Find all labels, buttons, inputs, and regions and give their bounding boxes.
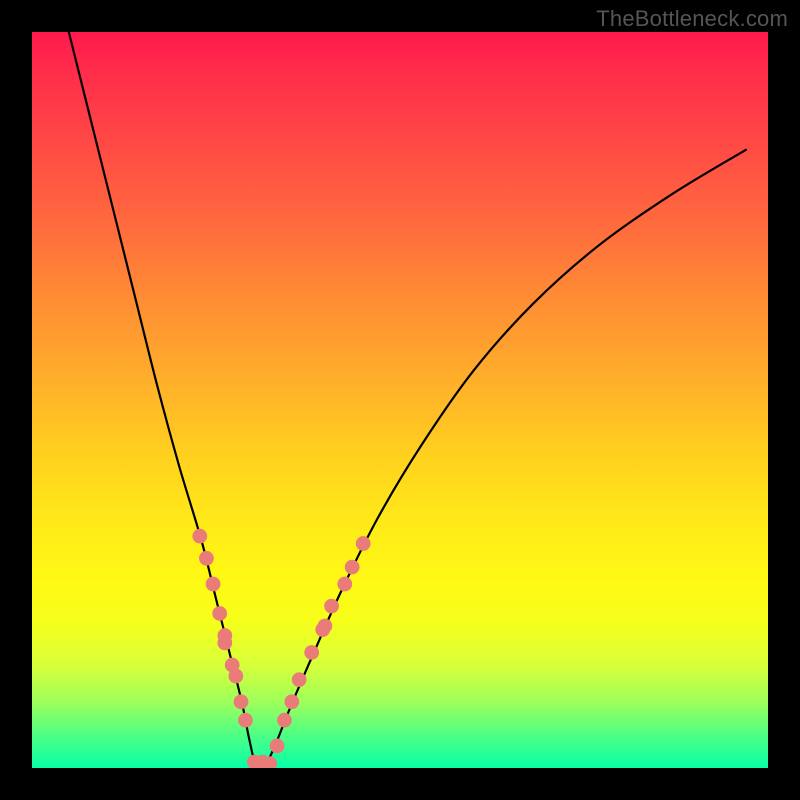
marker-point xyxy=(234,694,249,709)
watermark-text: TheBottleneck.com xyxy=(596,6,788,32)
marker-point xyxy=(356,536,371,551)
marker-point xyxy=(292,672,307,687)
marker-point xyxy=(270,739,285,754)
marker-point xyxy=(229,669,244,684)
marker-point xyxy=(238,713,253,728)
chart-frame: TheBottleneck.com xyxy=(0,0,800,800)
marker-point xyxy=(337,577,352,592)
marker-point xyxy=(345,560,360,575)
marker-point xyxy=(304,645,319,660)
marker-point xyxy=(318,619,333,634)
marker-point xyxy=(284,694,299,709)
bottleneck-curve xyxy=(69,32,746,768)
marker-point xyxy=(217,636,232,651)
marker-point xyxy=(212,606,227,621)
chart-svg xyxy=(32,32,768,768)
marker-point xyxy=(324,599,339,614)
marker-point xyxy=(199,551,214,566)
plot-area xyxy=(32,32,768,768)
marker-point xyxy=(206,577,221,592)
marker-point xyxy=(277,713,292,728)
marker-point xyxy=(192,529,207,544)
